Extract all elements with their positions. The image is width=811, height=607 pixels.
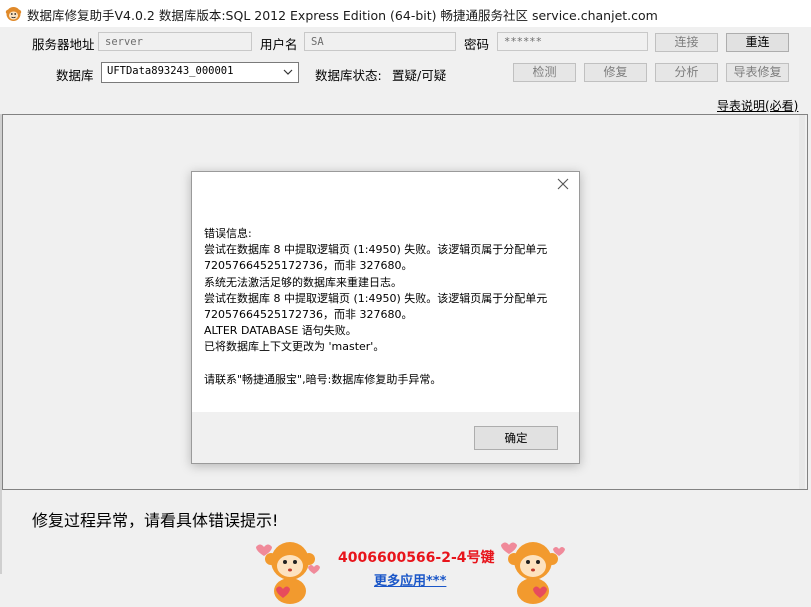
monkey-mascot-left-icon (256, 542, 320, 604)
guide-link[interactable]: 导表说明(必看) (717, 97, 798, 114)
left-edge-strip (0, 114, 2, 574)
connect-button[interactable]: 连接 (655, 33, 718, 52)
repair-button[interactable]: 修复 (584, 63, 647, 82)
error-line: 72057664525172736，而非 327680。 (204, 307, 413, 321)
error-line: 尝试在数据库 8 中提取逻辑页 (1:4950) 失败。该逻辑页属于分配单元 (204, 243, 548, 257)
password-input[interactable]: ****** (497, 32, 648, 51)
monkey-mascot-right-icon (501, 542, 565, 604)
error-line: 错误信息: (204, 227, 252, 240)
error-line: 系统无法激活足够的数据库来重建日志。 (204, 275, 402, 289)
status-message: 修复过程异常，请看具体错误提示! (32, 511, 279, 530)
reconnect-button[interactable]: 重连 (726, 33, 789, 52)
error-dialog: 错误信息: 尝试在数据库 8 中提取逻辑页 (1:4950) 失败。该逻辑页属于… (191, 171, 580, 464)
database-select-value: UFTData893243_000001 (107, 65, 234, 77)
more-apps-link[interactable]: 更多应用*** (374, 570, 446, 589)
guide-repair-button[interactable]: 导表修复 (726, 63, 789, 82)
db-status-value: 置疑/可疑 (392, 68, 447, 83)
password-label: 密码 (464, 37, 490, 52)
error-line: ALTER DATABASE 语句失败。 (204, 324, 357, 338)
window-title: 数据库修复助手V4.0.2 数据库版本:SQL 2012 Express Edi… (27, 8, 658, 23)
user-input[interactable]: SA (304, 32, 456, 51)
error-line: 已将数据库上下文更改为 'master'。 (204, 340, 385, 354)
detect-button[interactable]: 检测 (513, 63, 576, 82)
close-icon[interactable] (557, 178, 569, 190)
database-select[interactable]: UFTData893243_000001 (101, 62, 299, 83)
error-message: 错误信息: 尝试在数据库 8 中提取逻辑页 (1:4950) 失败。该逻辑页属于… (204, 226, 547, 388)
support-phone: 4006600566-2-4号键 (338, 550, 495, 566)
server-label: 服务器地址 (32, 37, 95, 52)
error-line: 尝试在数据库 8 中提取逻辑页 (1:4950) 失败。该逻辑页属于分配单元 (204, 291, 548, 305)
vertical-scrollbar[interactable] (797, 115, 807, 489)
error-line (204, 356, 547, 372)
ok-button[interactable]: 确定 (474, 426, 558, 450)
app-window: 数据库修复助手V4.0.2 数据库版本:SQL 2012 Express Edi… (0, 0, 811, 607)
monkey-app-icon (5, 7, 22, 21)
database-label: 数据库 (56, 68, 94, 83)
user-label: 用户名 (260, 37, 298, 52)
db-status-label: 数据库状态: (315, 68, 382, 83)
title-bar: 数据库修复助手V4.0.2 数据库版本:SQL 2012 Express Edi… (0, 0, 811, 27)
chevron-down-icon (283, 69, 293, 75)
dialog-footer: 确定 (192, 412, 579, 463)
error-line: 请联系"畅捷通服宝",暗号:数据库修复助手异常。 (204, 372, 442, 386)
analyze-button[interactable]: 分析 (655, 63, 718, 82)
server-input[interactable]: server (98, 32, 252, 51)
error-line: 72057664525172736，而非 327680。 (204, 259, 413, 273)
